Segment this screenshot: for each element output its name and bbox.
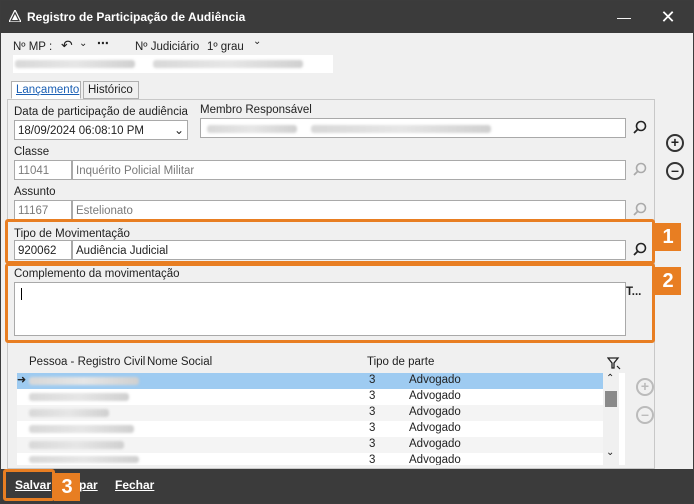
fechar-button[interactable]: Fechar [115, 478, 154, 492]
row-tipo: 3 [369, 454, 376, 465]
classe-search-icon [633, 162, 647, 176]
window-title: Registro de Participação de Audiência [27, 10, 246, 24]
step-badge-3: 3 [54, 473, 80, 501]
classe-desc-field: Inquérito Policial Militar [72, 160, 626, 180]
classe-desc: Inquérito Policial Militar [76, 165, 195, 177]
row-tipo: 3 [369, 438, 376, 450]
highlight-box-3 [3, 469, 55, 501]
row-tipo: 3 [369, 406, 376, 418]
row-tipo: 3 [369, 422, 376, 434]
add-party-icon: + [636, 378, 654, 396]
more-icon[interactable]: ⋯ [97, 36, 109, 50]
classe-code: 11041 [18, 165, 50, 177]
row-tipo: 3 [369, 374, 376, 386]
column-header-nome-social[interactable]: Nome Social [147, 356, 212, 368]
row-parte: Advogado [409, 390, 461, 402]
classe-label: Classe [14, 146, 50, 158]
row-parte: Advogado [409, 374, 461, 386]
highlight-box-2 [5, 263, 655, 343]
current-row-arrow-icon: ➜ [17, 374, 27, 386]
membro-field[interactable] [200, 118, 626, 138]
scroll-up-icon[interactable]: ⌃ [606, 373, 614, 384]
chevron-down-icon[interactable]: ⌄ [79, 38, 87, 49]
table-row[interactable]: 3 Advogado [17, 453, 605, 465]
filter-icon[interactable] [607, 356, 621, 370]
assunto-desc-field: Estelionato [72, 200, 626, 220]
row-parte: Advogado [409, 454, 461, 465]
close-button[interactable]: ✕ [653, 5, 683, 29]
mp-label: Nº MP : [13, 41, 53, 53]
tab-lancamento[interactable]: Lançamento [11, 81, 81, 99]
limpar-button[interactable]: par [79, 478, 98, 492]
table-row[interactable]: 3 Advogado [17, 421, 605, 437]
undo-icon[interactable]: ↶ [61, 37, 73, 54]
grid-scrollbar[interactable]: ⌃ ⌄ [603, 373, 619, 465]
highlight-box-1 [5, 219, 655, 264]
row-parte: Advogado [409, 422, 461, 434]
title-bar: Registro de Participação de Audiência — … [1, 1, 693, 33]
scroll-down-icon[interactable]: ⌄ [606, 447, 614, 458]
column-header-pessoa[interactable]: Pessoa - Registro Civil [29, 356, 145, 368]
mp-value-field[interactable] [13, 55, 333, 73]
minimize-button[interactable]: — [609, 5, 639, 29]
remove-icon[interactable]: – [666, 162, 684, 180]
table-row[interactable]: 3 Advogado [17, 437, 605, 453]
remove-party-icon: – [636, 406, 654, 424]
assunto-label: Assunto [14, 186, 56, 198]
add-icon[interactable]: + [666, 134, 684, 152]
table-row[interactable]: 3 Advogado [17, 389, 605, 405]
row-tipo: 3 [369, 390, 376, 402]
membro-label: Membro Responsável [200, 104, 312, 116]
chevron-down-icon[interactable]: ⌄ [174, 123, 184, 137]
dialog-window: Registro de Participação de Audiência — … [0, 0, 694, 504]
column-header-tipo-parte[interactable]: Tipo de parte [367, 356, 434, 368]
data-value: 18/09/2024 06:08:10 PM [18, 125, 144, 137]
assunto-desc: Estelionato [76, 205, 133, 217]
step-badge-2: 2 [655, 267, 681, 295]
table-row[interactable]: ➜ 3 Advogado [17, 373, 605, 389]
membro-search-icon[interactable] [630, 118, 650, 138]
app-logo-icon [9, 10, 21, 22]
scroll-thumb[interactable] [605, 391, 617, 407]
partes-grid: Pessoa - Registro Civil Nome Social Tipo… [17, 353, 625, 465]
grau-dropdown-icon[interactable]: ⌄ [253, 36, 261, 47]
row-parte: Advogado [409, 406, 461, 418]
table-row[interactable]: 3 Advogado [17, 405, 605, 421]
row-parte: Advogado [409, 438, 461, 450]
assunto-code-field: 11167 [14, 200, 72, 220]
assunto-search-icon [633, 202, 647, 216]
grid-header: Pessoa - Registro Civil Nome Social Tipo… [17, 353, 625, 373]
grau-label: 1º grau [207, 41, 244, 53]
classe-code-field: 11041 [14, 160, 72, 180]
judiciario-label: Nº Judiciário [135, 41, 200, 53]
step-badge-1: 1 [655, 223, 681, 251]
tab-historico[interactable]: Histórico [83, 81, 139, 99]
assunto-code: 11167 [18, 205, 49, 217]
data-picker[interactable]: 18/09/2024 06:08:10 PM ⌄ [14, 120, 188, 140]
header-row: Nº MP : ↶ ⌄ ⋯ Nº Judiciário 1º grau ⌄ [1, 33, 693, 81]
data-label: Data de participação de audiência [14, 106, 188, 118]
footer-bar: Salvar par Fechar [1, 469, 693, 503]
